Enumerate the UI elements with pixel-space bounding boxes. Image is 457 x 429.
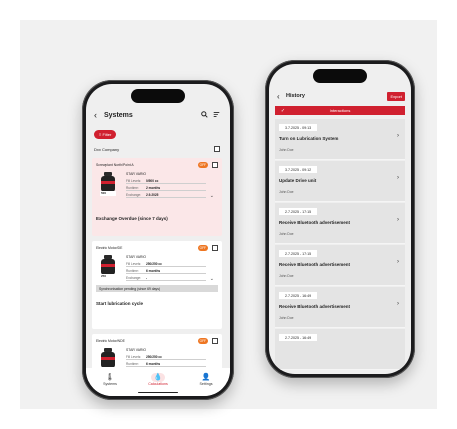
system-name: Screwplant North/Point A — [96, 163, 134, 167]
status-badge: OFF — [197, 162, 208, 168]
cartridge-size: 250 — [100, 274, 116, 279]
tab-settings[interactable]: 👤 Settings — [187, 373, 225, 386]
history-screen: ‹ History Export ✓ Interactions 3.7.2025… — [269, 64, 411, 374]
fill-level-row: Fill Levels: 250/250 cc — [126, 354, 206, 360]
company-row: Dxx Company — [94, 145, 220, 153]
systems-header: ‹ Systems — [94, 108, 222, 122]
system-checkbox[interactable] — [212, 162, 218, 168]
system-checkbox[interactable] — [212, 338, 218, 344]
history-user: John Doe — [279, 232, 294, 236]
fill-level-row: Fill Levels: 0/500 cc — [126, 178, 206, 184]
back-icon[interactable]: ‹ — [94, 110, 104, 120]
history-date: 2.7.2025 - 16:49 — [279, 334, 318, 341]
history-date: 2.7.2025 - 17:15 — [279, 250, 318, 257]
card-message: Exchange Overdue (since 7 days) — [96, 216, 168, 221]
company-checkbox[interactable] — [214, 146, 220, 152]
sort-icon[interactable] — [210, 111, 222, 120]
runtime-row: Runtime: 6 months — [126, 361, 206, 367]
page-title: History — [286, 93, 305, 99]
history-action: Update Drive unit — [279, 178, 317, 183]
interactions-selector[interactable]: ✓ Interactions — [275, 106, 405, 115]
search-icon[interactable] — [198, 110, 210, 120]
dynamic-island — [313, 69, 367, 83]
exchange-row: Exchange: - — [126, 275, 206, 281]
lubricator-image: 500 — [100, 172, 116, 196]
runtime-row: Runtime: 6 months — [126, 268, 206, 274]
runtime-row: Runtime: 2 months — [126, 185, 206, 191]
filter-button[interactable]: ≡ Filter — [94, 130, 117, 139]
status-badge: OFF — [197, 338, 208, 344]
chevron-down-icon[interactable]: ⌄ — [210, 193, 214, 199]
checkmark-icon: ✓ — [280, 107, 286, 114]
system-checkbox[interactable] — [212, 245, 218, 251]
history-item[interactable]: 3.7.2025 - 09:12 Update Drive unit John … — [275, 161, 405, 202]
status-badge: OFF — [197, 245, 208, 251]
chevron-right-icon: › — [397, 175, 399, 181]
product-name: STAR VARIO — [126, 255, 147, 259]
lubricator-image: 250 — [100, 255, 116, 279]
export-button[interactable]: Export — [387, 91, 405, 101]
chevron-right-icon: › — [397, 133, 399, 139]
product-name: STAR VARIO — [126, 172, 147, 176]
product-name: STAR VARIO — [126, 348, 147, 352]
system-card[interactable]: Screwplant North/Point A OFF 500 STAR VA… — [92, 158, 222, 236]
history-item[interactable]: 3.7.2025 - 09:13 Turn on Lubrication Sys… — [275, 119, 405, 160]
tab-calculations[interactable]: 💧 Calculations — [139, 373, 177, 386]
chevron-right-icon: › — [397, 301, 399, 307]
chevron-right-icon: › — [397, 259, 399, 265]
tab-label: Systems — [103, 382, 117, 386]
history-action: Receive Bluetooth advertisement — [279, 220, 351, 225]
system-card[interactable]: Electric Motor/DE OFF 250 STAR VARIO Fil… — [92, 241, 222, 329]
page-title: Systems — [104, 111, 133, 119]
history-item[interactable]: 2.7.2025 - 16:49 — [275, 329, 405, 370]
systems-screen: ‹ Systems ≡ Filter Dxx Company Screwplan… — [86, 84, 230, 396]
exchange-row: Exchange: 2.9.2025 — [126, 192, 206, 198]
phone-systems: ‹ Systems ≡ Filter Dxx Company Screwplan… — [82, 80, 234, 400]
history-item[interactable]: 2.7.2025 - 17:15 Receive Bluetooth adver… — [275, 245, 405, 286]
system-name: Electric Motor/DE — [96, 246, 123, 250]
history-item[interactable]: 2.7.2025 - 17:15 Receive Bluetooth adver… — [275, 203, 405, 244]
history-date: 3.7.2025 - 09:12 — [279, 166, 318, 173]
fill-level-row: Fill Levels: 250/250 cc — [126, 261, 206, 267]
chevron-right-icon: › — [397, 217, 399, 223]
company-name: Dxx Company — [94, 146, 120, 152]
interactions-label: Interactions — [329, 108, 351, 113]
history-item[interactable]: 2.7.2025 - 16:49 Receive Bluetooth adver… — [275, 287, 405, 328]
history-user: John Doe — [279, 316, 294, 320]
dynamic-island — [131, 89, 185, 103]
sync-note: Synchronisation pending (since 69 days) — [96, 285, 218, 292]
tab-label: Calculations — [148, 382, 168, 386]
history-date: 2.7.2025 - 16:49 — [279, 292, 318, 299]
history-date: 3.7.2025 - 09:13 — [279, 124, 318, 131]
phone-history: ‹ History Export ✓ Interactions 3.7.2025… — [265, 60, 415, 378]
history-user: John Doe — [279, 148, 294, 152]
home-indicator — [138, 391, 178, 393]
history-header: ‹ History Export — [277, 90, 405, 102]
history-user: John Doe — [279, 190, 294, 194]
tab-systems[interactable]: 🌡 Systems — [91, 373, 129, 386]
card-message: Start lubrication cycle — [96, 301, 144, 306]
user-icon: 👤 — [201, 374, 211, 381]
history-action: Receive Bluetooth advertisement — [279, 262, 351, 267]
droplet-icon: 💧 — [151, 373, 165, 382]
system-name: Electric Motor/NDE — [96, 339, 125, 343]
history-user: John Doe — [279, 274, 294, 278]
bottom-tab-bar: 🌡 Systems 💧 Calculations 👤 Settings — [86, 368, 230, 396]
presentation-background: ‹ Systems ≡ Filter Dxx Company Screwplan… — [20, 20, 437, 409]
history-action: Turn on Lubrication System — [279, 136, 339, 141]
history-date: 2.7.2025 - 17:15 — [279, 208, 318, 215]
cartridge-size: 500 — [100, 191, 116, 196]
chevron-down-icon[interactable]: ⌄ — [210, 276, 214, 282]
lubricator-icon: 🌡 — [105, 374, 115, 381]
tab-label: Settings — [199, 382, 213, 386]
history-action: Receive Bluetooth advertisement — [279, 304, 351, 309]
back-icon[interactable]: ‹ — [277, 92, 286, 101]
